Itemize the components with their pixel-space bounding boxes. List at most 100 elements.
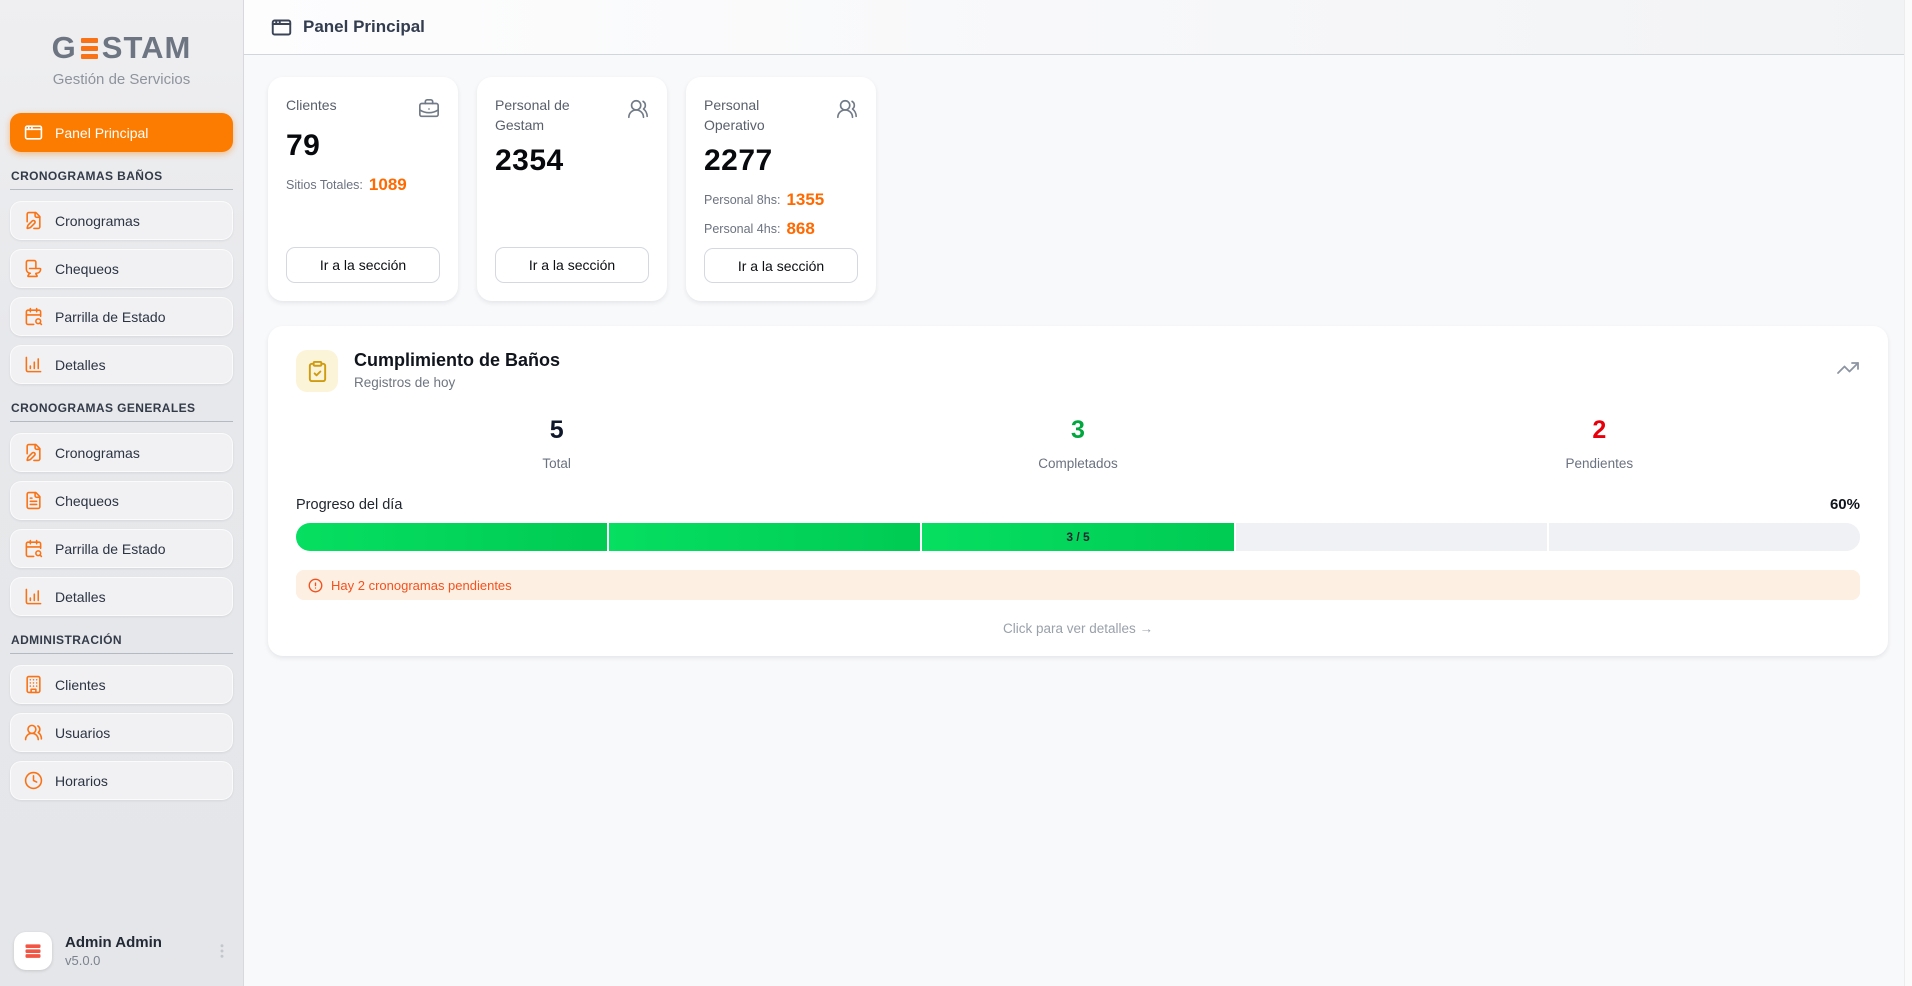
sidebar-item-cronogramas[interactable]: Cronogramas (10, 201, 233, 240)
toilet-icon (24, 259, 43, 278)
stat-card-details: Personal 8hs: 1355 Personal 4hs:868 (704, 190, 858, 248)
progress-percent: 60% (1830, 496, 1860, 513)
user-meta: Admin Admin v5.0.0 (65, 934, 162, 968)
sidebar-item-label: Usuarios (55, 725, 110, 741)
user-card[interactable]: Admin Admin v5.0.0 (14, 932, 231, 970)
stat-cards-row: Clientes 79 Sitios Totales: 1089 Ir a la sec… (268, 77, 1888, 301)
go-to-section-button[interactable]: Ir a la sección (704, 248, 858, 283)
go-to-section-button[interactable]: Ir a la sección (286, 247, 440, 283)
stat-card-detail: Personal 4hs:868 (704, 219, 858, 239)
logo-part1: G (52, 30, 77, 66)
building-icon (24, 675, 43, 694)
section-divider (10, 189, 233, 190)
sidebar: G STAM Gestión de Servicios Panel Princi… (0, 0, 244, 986)
section-divider (10, 421, 233, 422)
calendar-search-icon (24, 307, 43, 326)
sidebar-nav: Panel Principal CRONOGRAMAS BAÑOS Cronogra… (0, 88, 243, 800)
details-link[interactable]: Click para ver detalles → (296, 621, 1860, 636)
stat-label: Pendientes (1339, 456, 1860, 471)
logo-part2: STAM (102, 30, 192, 66)
sidebar-item-detalles[interactable]: Detalles (10, 577, 233, 616)
progress-bar: 3 / 5 (296, 523, 1860, 551)
clock-icon (24, 771, 43, 790)
pending-alert-text: Hay 2 cronogramas pendientes (331, 578, 512, 593)
stat-card-value: 2277 (704, 144, 858, 178)
sidebar-item-clientes[interactable]: Clientes (10, 665, 233, 704)
sidebar-item-label: Horarios (55, 773, 108, 789)
progress-segment (296, 523, 607, 551)
pending-alert-banner: Hay 2 cronogramas pendientes (296, 570, 1860, 600)
detail-value: 1355 (786, 190, 824, 210)
user-menu-button[interactable] (213, 942, 231, 960)
stat-card-header: Personal de Gestam (495, 96, 649, 135)
sidebar-section-cronogramas-generales: CRONOGRAMAS GENERALES Cronogramas Chequeos… (10, 401, 233, 616)
sidebar-item-parrilla-de-estado[interactable]: Parrilla de Estado (10, 297, 233, 336)
file-text-icon (24, 491, 43, 510)
user-name: Admin Admin (65, 934, 162, 951)
sidebar-item-label: Parrilla de Estado (55, 541, 166, 557)
sidebar-item-label: Cronogramas (55, 445, 140, 461)
stat-label: Total (296, 456, 817, 471)
file-pen-icon (24, 443, 43, 462)
briefcase-icon (418, 98, 440, 120)
stat-card-personal-de-gestam: Personal de Gestam 2354 Ir a la sección (477, 77, 667, 301)
progress-segment (1234, 523, 1547, 551)
scrollbar-track[interactable] (1904, 0, 1912, 986)
app-version: v5.0.0 (65, 953, 162, 968)
clipboard-check-icon-badge (296, 350, 338, 392)
stat-value: 5 (296, 416, 817, 445)
progress-segment: 3 / 5 (920, 523, 1233, 551)
detail-label: Personal 8hs: (704, 193, 780, 207)
sidebar-item-label: Cronogramas (55, 213, 140, 229)
section-divider (10, 653, 233, 654)
sidebar-item-label: Detalles (55, 589, 106, 605)
compliance-title: Cumplimiento de Baños (354, 350, 560, 371)
page-title: Panel Principal (303, 17, 425, 37)
app-window-icon (24, 123, 43, 142)
chart-column-icon (24, 355, 43, 374)
sidebar-item-chequeos[interactable]: Chequeos (10, 249, 233, 288)
compliance-subtitle: Registros de hoy (354, 375, 560, 390)
sidebar-section-administraci-n: ADMINISTRACIÓN Clientes Usuarios Horarios (10, 633, 233, 800)
stat-card-title: Clientes (286, 96, 337, 116)
stat-card-value: 79 (286, 129, 440, 163)
sidebar-item-parrilla-de-estado[interactable]: Parrilla de Estado (10, 529, 233, 568)
logo-e-bars-icon (81, 38, 98, 59)
sidebar-item-label: Clientes (55, 677, 106, 693)
detail-label: Sitios Totales: (286, 178, 363, 192)
file-pen-icon (24, 211, 43, 230)
users-round-icon (24, 723, 43, 742)
menu-bars-icon (23, 941, 43, 961)
stat-card-personal-operativo: Personal Operativo2277Personal 8hs:1355P… (686, 77, 876, 301)
progress-fraction: 3 / 5 (922, 523, 1233, 551)
progress-label: Progreso del día (296, 497, 402, 513)
sidebar-item-cronogramas[interactable]: Cronogramas (10, 433, 233, 472)
sidebar-section-label: CRONOGRAMAS GENERALES (10, 401, 233, 415)
logo-wordmark: G STAM (0, 30, 243, 66)
sidebar-section-label: CRONOGRAMAS BAÑOS (10, 169, 233, 183)
sidebar-section-label: ADMINISTRACIÓN (10, 633, 233, 647)
sidebar-section-cronogramas-ba-os: CRONOGRAMAS BAÑOS Cronogramas Chequeos Parr… (10, 169, 233, 384)
go-to-section-button[interactable]: Ir a la sección (495, 247, 649, 283)
clipboard-check-icon (306, 360, 329, 383)
stat-card-header: Personal Operativo (704, 96, 858, 135)
stat-card-value: 2354 (495, 144, 649, 178)
sidebar-item-chequeos[interactable]: Chequeos (10, 481, 233, 520)
stat-card-detail: Sitios Totales: 1089 (286, 175, 440, 195)
progress-segment (607, 523, 920, 551)
compliance-card[interactable]: Cumplimiento de Baños Registros de hoy 5… (268, 326, 1888, 656)
ellipsis-vertical-icon (213, 942, 231, 960)
sidebar-item-detalles[interactable]: Detalles (10, 345, 233, 384)
detail-label: Personal 4hs: (704, 222, 780, 236)
sidebar-item-horarios[interactable]: Horarios (10, 761, 233, 800)
compliance-header: Cumplimiento de Baños Registros de hoy (296, 350, 1860, 392)
stat-label: Completados (817, 456, 1338, 471)
logo: G STAM Gestión de Servicios (0, 0, 243, 88)
detail-value: 1089 (369, 175, 407, 195)
sidebar-item-label: Chequeos (55, 261, 119, 277)
user-avatar (14, 932, 52, 970)
sidebar-item-usuarios[interactable]: Usuarios (10, 713, 233, 752)
stat-card-header: Clientes (286, 96, 440, 120)
sidebar-item-panel-principal[interactable]: Panel Principal (10, 113, 233, 152)
stat-card-title: Personal Operativo (704, 96, 808, 135)
